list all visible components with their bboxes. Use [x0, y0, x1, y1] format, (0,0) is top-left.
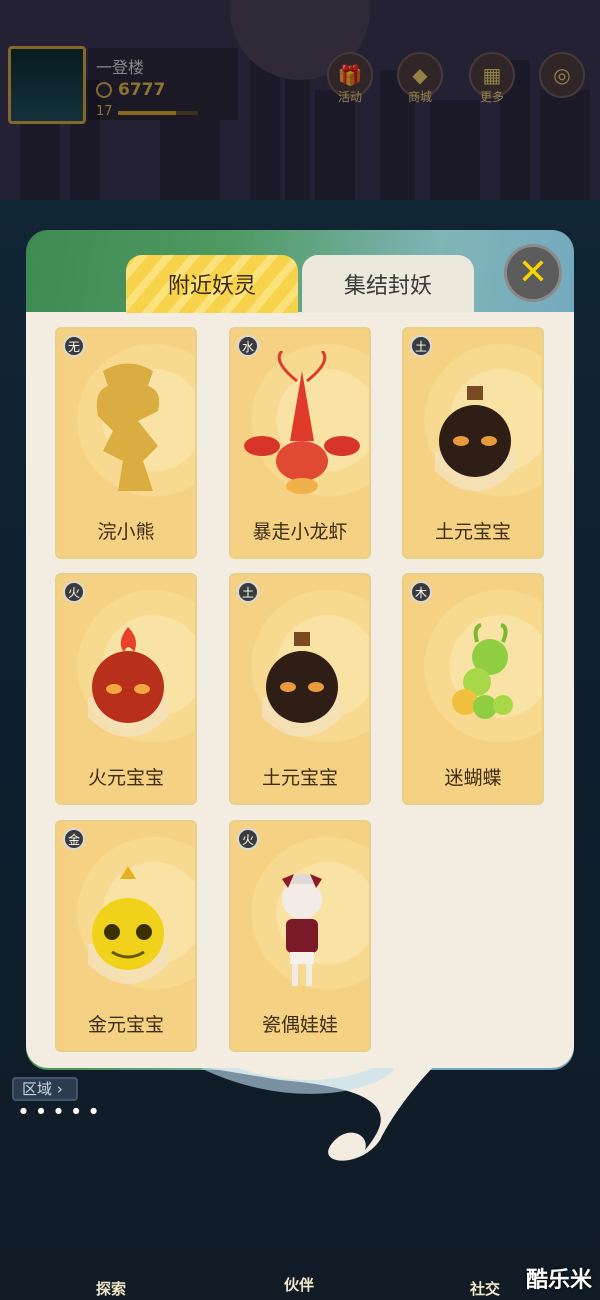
close-button[interactable]: ✕ — [504, 244, 562, 302]
spirit-card[interactable]: 无 浣小熊 — [55, 327, 197, 559]
raccoon-silhouette-icon — [96, 363, 160, 491]
spirit-card[interactable]: 土 土元宝宝 — [229, 573, 371, 805]
earth-spirit-icon — [435, 386, 515, 491]
tab-gather-seal[interactable]: 集结封妖 — [302, 255, 474, 313]
fire-spirit-icon — [88, 627, 168, 737]
spirit-card[interactable]: 金 金元宝宝 — [55, 820, 197, 1052]
watermark: 酷乐米 — [525, 1268, 592, 1293]
spirit-name: 瓷偶娃娃 — [261, 1014, 338, 1036]
spirit-name: 土元宝宝 — [434, 521, 511, 543]
close-x-icon: ✕ — [517, 252, 549, 293]
porcelain-doll-icon — [282, 874, 322, 986]
earth-spirit-icon — [262, 632, 342, 737]
spirit-name: 金元宝宝 — [87, 1014, 164, 1036]
crayfish-icon — [244, 351, 360, 494]
gold-spirit-icon — [88, 866, 168, 984]
spirit-name: 土元宝宝 — [261, 767, 338, 789]
caterpillar-icon — [452, 623, 513, 719]
page-dots: ● ● ● ● ● — [20, 1106, 102, 1115]
spirit-card[interactable]: 水 暴走小龙虾 — [229, 327, 371, 559]
area-label: 区域 — [22, 1080, 53, 1098]
nav-partner[interactable]: 伙伴 — [284, 1274, 314, 1295]
tab-nearby-spirits[interactable]: 附近妖灵 — [126, 255, 298, 313]
spirit-card[interactable]: 火 火元宝宝 — [55, 573, 197, 805]
nav-explore[interactable]: 探索 — [96, 1278, 126, 1299]
nav-social[interactable]: 社交 — [470, 1278, 500, 1299]
spirit-card[interactable]: 土 土元宝宝 — [402, 327, 544, 559]
spirit-name: 火元宝宝 — [87, 767, 164, 789]
spirit-name: 暴走小龙虾 — [252, 521, 348, 543]
spirit-name: 浣小熊 — [97, 521, 155, 543]
spirit-card[interactable]: 火 瓷偶娃娃 — [229, 820, 371, 1052]
bottom-nav: 探索 伙伴 社交 — [0, 1160, 600, 1300]
spirit-name: 迷蝴蝶 — [444, 767, 502, 789]
spirit-card[interactable]: 木 迷蝴蝶 — [402, 573, 544, 805]
dialog-tail-swirl — [160, 1060, 440, 1161]
area-button[interactable]: 区域 › — [12, 1077, 78, 1101]
